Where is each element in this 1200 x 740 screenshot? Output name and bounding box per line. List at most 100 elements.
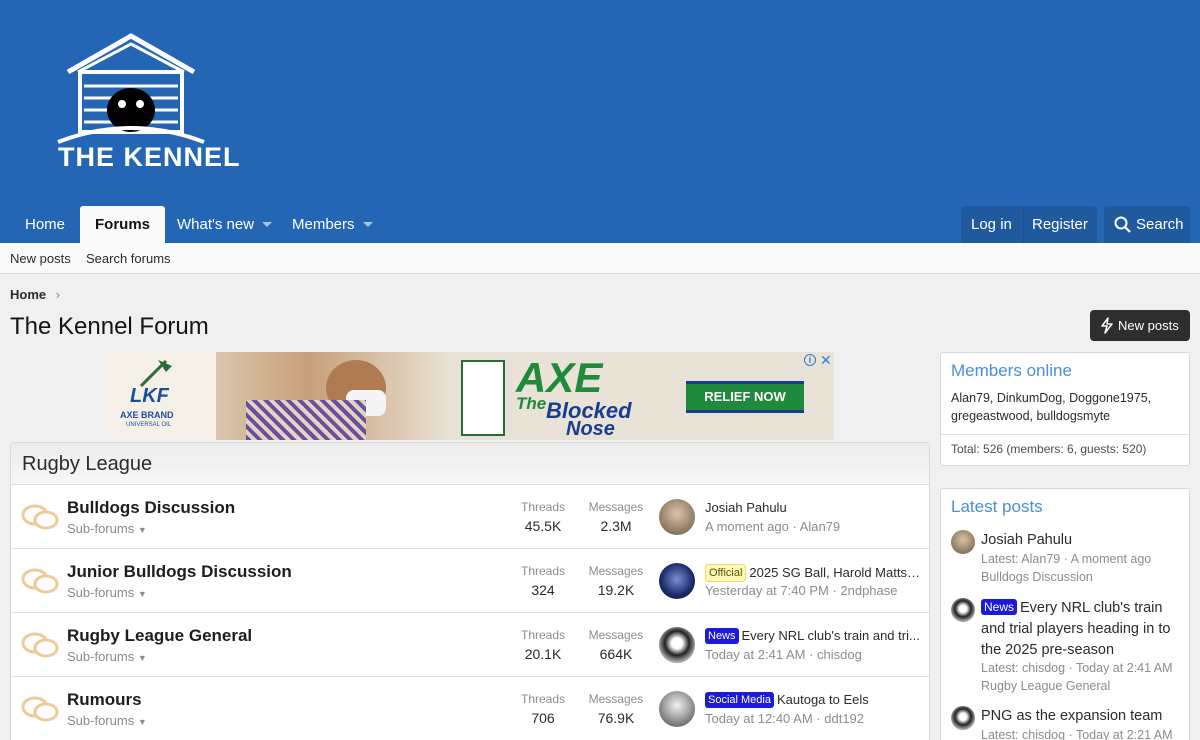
subforums-toggle[interactable]: Sub-forums ▼: [67, 585, 147, 600]
forum-node-title[interactable]: Junior Bulldogs Discussion: [67, 562, 292, 582]
caret-down-icon: ▼: [137, 653, 147, 663]
new-posts-button-label: New posts: [1118, 318, 1179, 333]
messages-count: 2.3M: [600, 518, 632, 534]
latest-post-meta[interactable]: Latest: Alan79 · A moment ago: [981, 550, 1189, 568]
ad-product-bottle: [461, 360, 505, 436]
latest-post-forum[interactable]: Bulldogs Discussion: [981, 568, 1189, 586]
advertisement-banner[interactable]: LKF AXE BRAND UNIVERSAL OIL AXE The Bloc…: [106, 352, 834, 440]
last-post-title[interactable]: Josiah Pahulu: [705, 500, 920, 515]
latest-post-meta[interactable]: Latest: chisdog · Today at 2:21 AM: [981, 726, 1189, 740]
messages-label: Messages: [588, 692, 644, 706]
last-post-time[interactable]: Today at 12:40 AM: [705, 711, 813, 726]
last-post-time[interactable]: Today at 2:41 AM: [705, 647, 805, 662]
breadcrumb-home[interactable]: Home: [10, 287, 46, 302]
latest-posts-title[interactable]: Latest posts: [941, 489, 1189, 525]
forum-node: Bulldogs Discussion Sub-forums ▼ Threads…: [11, 485, 929, 549]
tab-whats-new-label: What's new: [177, 216, 255, 233]
news-prefix-badge[interactable]: News: [981, 599, 1018, 615]
latest-post-title[interactable]: Josiah Pahulu: [981, 530, 1186, 551]
avatar[interactable]: [659, 627, 695, 663]
last-post-user[interactable]: ddt192: [824, 711, 864, 726]
subnav-search-forums[interactable]: Search forums: [86, 251, 171, 266]
last-post-title[interactable]: Social Media Kautoga to Eels: [705, 692, 920, 708]
subforums-toggle[interactable]: Sub-forums ▼: [67, 713, 147, 728]
last-post-title[interactable]: Official 2025 SG Ball, Harold Matts ...: [705, 564, 920, 582]
avatar[interactable]: [659, 499, 695, 535]
tab-home-label: Home: [25, 216, 66, 233]
ad-brand-letters: LKF: [130, 385, 169, 407]
threads-label: Threads: [520, 500, 566, 514]
avatar[interactable]: [951, 706, 975, 730]
subforums-label: Sub-forums: [67, 713, 135, 728]
last-post-title-text: Every NRL club's train and tri...: [741, 628, 920, 643]
tab-whats-new[interactable]: What's new: [162, 206, 287, 243]
forum-node-title[interactable]: Rugby League General: [67, 626, 252, 646]
ad-headline-the: The: [516, 394, 547, 413]
ad-info-icon[interactable]: i: [804, 354, 816, 366]
site-header: THE KENNEL Home Forums What's new Member…: [0, 0, 1200, 243]
ad-photo: [216, 352, 446, 440]
forum-node-title[interactable]: Bulldogs Discussion: [67, 498, 235, 518]
last-post-time[interactable]: A moment ago: [705, 519, 789, 534]
page-title: The Kennel Forum: [10, 313, 209, 340]
subnav-new-posts[interactable]: New posts: [10, 251, 71, 266]
members-online-list[interactable]: Alan79, DinkumDog, Doggone1975, gregeast…: [941, 389, 1189, 427]
messages-count: 76.9K: [597, 710, 635, 726]
forum-node-title[interactable]: Rumours: [67, 690, 142, 710]
ad-cta-button[interactable]: RELIEF NOW: [686, 381, 804, 413]
ad-brand-line2: UNIVERSAL OIL: [126, 422, 172, 428]
last-post-user[interactable]: chisdog: [817, 647, 862, 662]
messages-label: Messages: [588, 564, 644, 578]
search-icon: [1114, 216, 1131, 233]
forum-speech-bubbles-icon: [21, 504, 59, 530]
news-prefix-badge[interactable]: News: [705, 628, 739, 644]
official-prefix-badge[interactable]: Official: [705, 564, 747, 582]
category-title[interactable]: Rugby League: [11, 443, 929, 485]
chevron-down-icon[interactable]: [362, 222, 373, 227]
avatar[interactable]: [659, 691, 695, 727]
tab-members[interactable]: Members: [277, 206, 388, 243]
latest-post-forum[interactable]: Rugby League General: [981, 677, 1189, 695]
forum-node: Rugby League General Sub-forums ▼ Thread…: [11, 613, 929, 677]
threads-count: 324: [531, 582, 555, 598]
lightning-icon: [1101, 317, 1113, 334]
latest-posts-widget: Latest posts Josiah Pahulu Latest: Alan7…: [940, 488, 1190, 740]
threads-label: Threads: [520, 692, 566, 706]
last-post-time[interactable]: Yesterday at 7:40 PM: [705, 583, 829, 598]
search-label: Search: [1136, 216, 1184, 233]
tab-forums[interactable]: Forums: [80, 206, 166, 243]
forum-speech-bubbles-icon: [21, 568, 59, 594]
breadcrumb: Home ›: [10, 287, 60, 302]
subforums-toggle[interactable]: Sub-forums ▼: [67, 521, 147, 536]
ad-close-icon[interactable]: ✕: [820, 352, 832, 369]
last-post-title[interactable]: News Every NRL club's train and tri...: [705, 628, 920, 644]
members-online-widget: Members online Alan79, DinkumDog, Doggon…: [940, 352, 1190, 466]
latest-post-title[interactable]: PNG as the expansion team: [981, 706, 1186, 727]
threads-count: 45.5K: [524, 518, 562, 534]
login-link[interactable]: Log in: [971, 206, 1012, 243]
search-button[interactable]: Search: [1104, 206, 1190, 243]
tab-forums-label: Forums: [95, 216, 151, 233]
caret-down-icon: ▼: [137, 589, 147, 599]
ad-brand-panel: LKF AXE BRAND UNIVERSAL OIL: [106, 352, 216, 440]
threads-label: Threads: [520, 628, 566, 642]
chevron-right-icon: ›: [55, 287, 61, 302]
avatar[interactable]: [951, 530, 975, 554]
social-media-prefix-badge[interactable]: Social Media: [705, 692, 774, 708]
last-post-meta: A moment ago · Alan79: [705, 519, 841, 534]
main-nav: Home Forums What's new Members Log in Re…: [0, 206, 1200, 243]
avatar[interactable]: [951, 598, 975, 622]
last-post-title-text: Kautoga to Eels: [776, 692, 869, 707]
last-post-user[interactable]: 2ndphase: [840, 583, 897, 598]
subforums-toggle[interactable]: Sub-forums ▼: [67, 649, 147, 664]
tab-home[interactable]: Home: [10, 206, 80, 243]
chevron-down-icon[interactable]: [262, 222, 273, 227]
latest-post-title-wrap[interactable]: News Every NRL club's train and trial pla…: [981, 598, 1186, 661]
last-post-user[interactable]: Alan79: [800, 519, 840, 534]
new-posts-button[interactable]: New posts: [1090, 310, 1190, 341]
latest-post-meta[interactable]: Latest: chisdog · Today at 2:41 AM: [981, 659, 1189, 677]
register-link[interactable]: Register: [1032, 206, 1088, 243]
avatar[interactable]: [659, 563, 695, 599]
members-online-title[interactable]: Members online: [941, 353, 1189, 389]
last-post-title-text: 2025 SG Ball, Harold Matts ...: [749, 565, 920, 580]
